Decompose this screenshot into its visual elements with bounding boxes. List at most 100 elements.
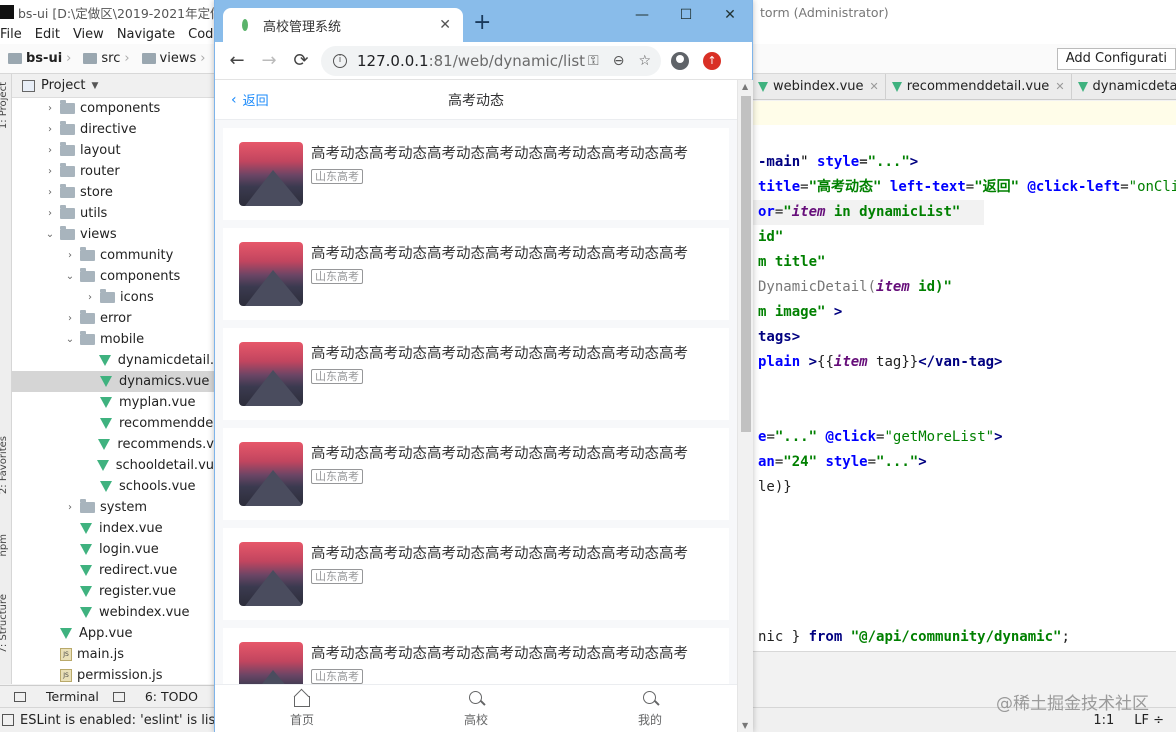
scroll-up-icon[interactable]: ▲: [742, 82, 748, 91]
chevron-right-icon[interactable]: ›: [44, 208, 56, 219]
tree-item[interactable]: App.vue: [12, 623, 214, 644]
tree-item[interactable]: login.vue: [12, 539, 214, 560]
menu-navigate[interactable]: Navigate: [117, 27, 175, 42]
chevron-right-icon[interactable]: ›: [84, 292, 96, 303]
breadcrumb-views[interactable]: views: [136, 51, 196, 66]
tree-item[interactable]: recommends.v: [12, 434, 214, 455]
tree-item[interactable]: › router: [12, 161, 214, 182]
tree-item[interactable]: schools.vue: [12, 476, 214, 497]
breadcrumb-src[interactable]: src: [77, 51, 120, 66]
tab-schools[interactable]: 高校: [389, 685, 563, 732]
tree-item[interactable]: redirect.vue: [12, 560, 214, 581]
update-icon[interactable]: ↑: [703, 51, 721, 70]
tree-item[interactable]: › utils: [12, 203, 214, 224]
tree-item[interactable]: ⌄ mobile: [12, 329, 214, 350]
tree-item[interactable]: › error: [12, 308, 214, 329]
code-editor[interactable]: -main" style="..."> title="高考动态" left-te…: [752, 125, 1176, 685]
browser-tab[interactable]: 高校管理系统 ✕: [223, 8, 463, 42]
dynamic-card[interactable]: 高考动态高考动态高考动态高考动态高考动态高考动态高考 山东高考: [223, 528, 729, 620]
forward-arrow-icon[interactable]: →: [253, 50, 285, 71]
cursor-position[interactable]: 1:1: [1093, 713, 1114, 728]
maximize-button[interactable]: ☐: [664, 0, 708, 30]
tree-item[interactable]: › community: [12, 245, 214, 266]
todo-button[interactable]: 6: TODO: [112, 689, 198, 704]
chevron-down-icon[interactable]: ⌄: [64, 271, 76, 282]
chevron-down-icon[interactable]: ⌄: [44, 229, 56, 240]
dynamic-card[interactable]: 高考动态高考动态高考动态高考动态高考动态高考动态高考 山东高考: [223, 328, 729, 420]
tree-item[interactable]: myplan.vue: [12, 392, 214, 413]
tool-favorites[interactable]: 2: Favorites: [0, 436, 9, 494]
editor-tab-webindex[interactable]: webindex.vue ✕: [752, 73, 886, 100]
scrollbar-thumb[interactable]: [741, 96, 751, 432]
tree-item[interactable]: webindex.vue: [12, 602, 214, 623]
tree-item-label: login.vue: [99, 542, 159, 557]
chevron-right-icon[interactable]: ›: [44, 187, 56, 198]
close-window-button[interactable]: ✕: [708, 0, 752, 30]
tool-npm[interactable]: npm: [0, 534, 9, 556]
tree-item[interactable]: JS permission.js: [12, 665, 214, 684]
reload-icon[interactable]: ⟳: [285, 50, 317, 71]
new-tab-button[interactable]: +: [473, 12, 491, 34]
menu-file[interactable]: File: [0, 27, 22, 42]
back-button[interactable]: ‹ 返回: [231, 90, 269, 110]
tree-item[interactable]: › components: [12, 98, 214, 119]
terminal-button[interactable]: Terminal: [14, 689, 99, 704]
close-icon[interactable]: ✕: [870, 80, 879, 93]
menu-view[interactable]: View: [73, 27, 104, 42]
tree-item[interactable]: recommendde: [12, 413, 214, 434]
zoom-icon[interactable]: ⊖: [613, 53, 625, 69]
tree-item[interactable]: dynamics.vue: [12, 371, 214, 392]
project-panel-header[interactable]: Project ▼: [12, 74, 214, 98]
tree-item[interactable]: › layout: [12, 140, 214, 161]
tree-item[interactable]: › icons: [12, 287, 214, 308]
tree-item[interactable]: schooldetail.vu: [12, 455, 214, 476]
tab-mine[interactable]: 我的: [563, 685, 737, 732]
close-icon[interactable]: ✕: [1055, 80, 1064, 93]
key-icon[interactable]: ⚿: [588, 53, 599, 69]
tree-item[interactable]: index.vue: [12, 518, 214, 539]
breadcrumb-bs-ui[interactable]: bs-ui: [2, 51, 62, 66]
tree-item[interactable]: › store: [12, 182, 214, 203]
chevron-right-icon[interactable]: ›: [44, 166, 56, 177]
menu-edit[interactable]: Edit: [35, 27, 60, 42]
account-icon[interactable]: [671, 51, 689, 70]
add-configuration-button[interactable]: Add Configurati: [1056, 48, 1176, 70]
chevron-right-icon[interactable]: ›: [64, 502, 76, 513]
tool-project[interactable]: 1: Project: [0, 82, 9, 129]
chevron-right-icon[interactable]: ›: [64, 250, 76, 261]
info-icon[interactable]: i: [333, 53, 347, 68]
tool-structure[interactable]: 7: Structure: [0, 594, 9, 653]
chevron-right-icon[interactable]: ›: [44, 145, 56, 156]
address-bar[interactable]: i 127.0.0.1:81/web/dynamic/list ⚿ ⊖ ☆: [321, 45, 661, 76]
dynamic-card[interactable]: 高考动态高考动态高考动态高考动态高考动态高考动态高考 山东高考: [223, 228, 729, 320]
chevron-right-icon[interactable]: ›: [44, 103, 56, 114]
dynamic-card[interactable]: 高考动态高考动态高考动态高考动态高考动态高考动态高考 山东高考: [223, 128, 729, 220]
tree-item[interactable]: ⌄ views: [12, 224, 214, 245]
star-icon[interactable]: ☆: [638, 53, 651, 69]
tree-item[interactable]: › system: [12, 497, 214, 518]
tree-item[interactable]: JS main.js: [12, 644, 214, 665]
scroll-down-icon[interactable]: ▼: [742, 721, 748, 730]
chevron-right-icon[interactable]: ›: [44, 124, 56, 135]
dynamic-card[interactable]: 高考动态高考动态高考动态高考动态高考动态高考动态高考 山东高考: [223, 428, 729, 520]
close-icon[interactable]: ✕: [439, 17, 451, 33]
scrollbar[interactable]: ▲ ▼: [737, 80, 753, 732]
editor-tab-recommenddetail[interactable]: recommenddetail.vue ✕: [886, 73, 1072, 100]
tree-item[interactable]: dynamicdetail.: [12, 350, 214, 371]
back-arrow-icon[interactable]: ←: [221, 50, 253, 71]
dynamic-card[interactable]: 高考动态高考动态高考动态高考动态高考动态高考动态高考 山东高考: [223, 628, 729, 684]
tree-item-label: myplan.vue: [119, 395, 196, 410]
vue-file-icon: [96, 460, 109, 471]
mountain-thumbnail-image: [239, 442, 303, 506]
minimize-button[interactable]: —: [620, 0, 664, 30]
chevron-down-icon[interactable]: ⌄: [64, 334, 76, 345]
line-separator[interactable]: LF ÷: [1134, 713, 1164, 728]
tree-item[interactable]: › directive: [12, 119, 214, 140]
tree-item[interactable]: register.vue: [12, 581, 214, 602]
editor-tab-dynamicdetail[interactable]: dynamicdetail.vue: [1072, 74, 1176, 100]
tree-item-label: schooldetail.vu: [115, 458, 214, 473]
chevron-right-icon[interactable]: ›: [64, 313, 76, 324]
tab-home[interactable]: 首页: [215, 685, 389, 732]
tree-item[interactable]: ⌄ components: [12, 266, 214, 287]
